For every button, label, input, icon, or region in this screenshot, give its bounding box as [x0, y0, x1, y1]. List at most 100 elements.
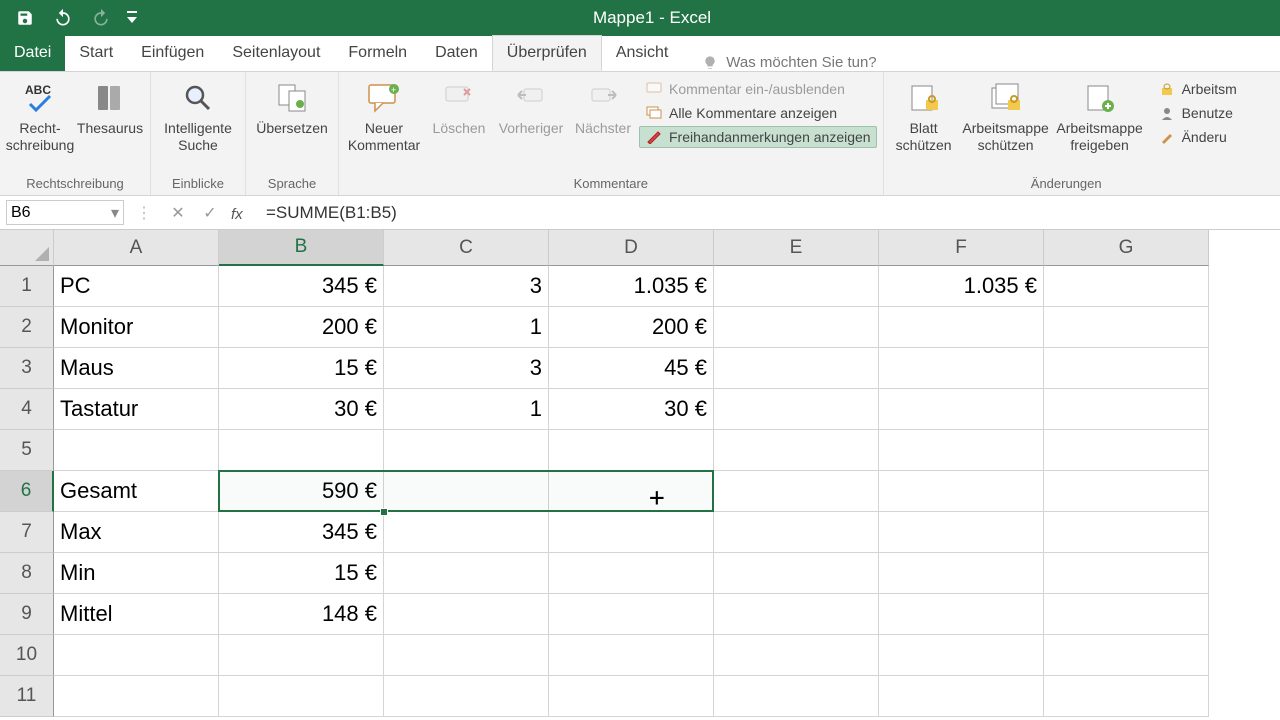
cell-A6[interactable]: Gesamt [54, 471, 219, 512]
col-header-B[interactable]: B [219, 230, 384, 266]
cell-D7[interactable] [549, 512, 714, 553]
cell-F2[interactable] [879, 307, 1044, 348]
toggle-comment-button[interactable]: Kommentar ein-/ausblenden [639, 78, 877, 100]
protect-share-wb-button[interactable]: Arbeitsm [1152, 78, 1243, 100]
spelling-button[interactable]: ABC Recht- schreibung [6, 76, 74, 154]
cell-E5[interactable] [714, 430, 879, 471]
formula-input[interactable] [258, 196, 1280, 229]
cell-G9[interactable] [1044, 594, 1209, 635]
row-header-2[interactable]: 2 [0, 307, 54, 348]
row-header-11[interactable]: 11 [0, 676, 54, 717]
tab-überprüfen[interactable]: Überprüfen [492, 35, 602, 71]
cell-D10[interactable] [549, 635, 714, 676]
cell-F6[interactable] [879, 471, 1044, 512]
cell-F9[interactable] [879, 594, 1044, 635]
cell-B2[interactable]: 200 € [219, 307, 384, 348]
col-header-D[interactable]: D [549, 230, 714, 266]
row-header-9[interactable]: 9 [0, 594, 54, 635]
cell-A8[interactable]: Min [54, 553, 219, 594]
cell-F7[interactable] [879, 512, 1044, 553]
qat-customize-button[interactable] [120, 0, 144, 36]
cell-E11[interactable] [714, 676, 879, 717]
tab-file[interactable]: Datei [0, 35, 65, 71]
cell-G8[interactable] [1044, 553, 1209, 594]
cell-D1[interactable]: 1.035 € [549, 266, 714, 307]
row-header-7[interactable]: 7 [0, 512, 54, 553]
cell-G10[interactable] [1044, 635, 1209, 676]
cell-E6[interactable] [714, 471, 879, 512]
row-header-3[interactable]: 3 [0, 348, 54, 389]
cell-E4[interactable] [714, 389, 879, 430]
cell-F4[interactable] [879, 389, 1044, 430]
name-box-dropdown-icon[interactable]: ▾ [111, 203, 119, 223]
row-header-10[interactable]: 10 [0, 635, 54, 676]
tab-ansicht[interactable]: Ansicht [602, 35, 682, 71]
cell-C9[interactable] [384, 594, 549, 635]
row-header-8[interactable]: 8 [0, 553, 54, 594]
col-header-G[interactable]: G [1044, 230, 1209, 266]
cell-D2[interactable]: 200 € [549, 307, 714, 348]
tab-formeln[interactable]: Formeln [334, 35, 421, 71]
cell-A2[interactable]: Monitor [54, 307, 219, 348]
cell-C4[interactable]: 1 [384, 389, 549, 430]
col-header-F[interactable]: F [879, 230, 1044, 266]
show-ink-button[interactable]: Freihandanmerkungen anzeigen [639, 126, 877, 148]
cell-A11[interactable] [54, 676, 219, 717]
cell-D4[interactable]: 30 € [549, 389, 714, 430]
new-comment-button[interactable]: + Neuer Kommentar [345, 76, 423, 154]
cell-A10[interactable] [54, 635, 219, 676]
col-header-E[interactable]: E [714, 230, 879, 266]
cell-C10[interactable] [384, 635, 549, 676]
tab-daten[interactable]: Daten [421, 35, 492, 71]
tell-me-box[interactable]: Was möchten Sie tun? [682, 54, 876, 71]
cell-C11[interactable] [384, 676, 549, 717]
cell-G1[interactable] [1044, 266, 1209, 307]
undo-button[interactable] [44, 0, 82, 36]
cell-B8[interactable]: 15 € [219, 553, 384, 594]
protect-workbook-button[interactable]: Arbeitsmappe schützen [960, 76, 1052, 154]
cell-E7[interactable] [714, 512, 879, 553]
cell-B10[interactable] [219, 635, 384, 676]
cell-E9[interactable] [714, 594, 879, 635]
cell-D6[interactable] [549, 471, 714, 512]
cell-C8[interactable] [384, 553, 549, 594]
insert-function-button[interactable]: fx [226, 196, 258, 229]
protect-sheet-button[interactable]: Blatt schützen [890, 76, 958, 154]
cell-F10[interactable] [879, 635, 1044, 676]
show-all-comments-button[interactable]: Alle Kommentare anzeigen [639, 102, 877, 124]
row-header-5[interactable]: 5 [0, 430, 54, 471]
cell-C3[interactable]: 3 [384, 348, 549, 389]
cell-G2[interactable] [1044, 307, 1209, 348]
row-header-4[interactable]: 4 [0, 389, 54, 430]
cell-E1[interactable] [714, 266, 879, 307]
redo-button[interactable] [82, 0, 120, 36]
cell-C2[interactable]: 1 [384, 307, 549, 348]
cell-B4[interactable]: 30 € [219, 389, 384, 430]
cell-G11[interactable] [1044, 676, 1209, 717]
cell-G5[interactable] [1044, 430, 1209, 471]
share-workbook-button[interactable]: Arbeitsmappe freigeben [1054, 76, 1146, 154]
cell-F5[interactable] [879, 430, 1044, 471]
cell-C6[interactable] [384, 471, 549, 512]
cell-F8[interactable] [879, 553, 1044, 594]
tab-start[interactable]: Start [65, 35, 127, 71]
enter-formula-button[interactable]: ✓ [194, 196, 226, 229]
cell-D5[interactable] [549, 430, 714, 471]
col-header-A[interactable]: A [54, 230, 219, 266]
name-box[interactable]: B6 ▾ [6, 200, 124, 225]
cell-B1[interactable]: 345 € [219, 266, 384, 307]
cell-G4[interactable] [1044, 389, 1209, 430]
cell-D3[interactable]: 45 € [549, 348, 714, 389]
cell-A1[interactable]: PC [54, 266, 219, 307]
cell-B7[interactable]: 345 € [219, 512, 384, 553]
cell-B6[interactable]: 590 € [219, 471, 384, 512]
tab-seitenlayout[interactable]: Seitenlayout [218, 35, 334, 71]
cancel-formula-button[interactable]: ✕ [162, 196, 194, 229]
cell-D9[interactable] [549, 594, 714, 635]
thesaurus-button[interactable]: Thesaurus [76, 76, 144, 137]
cell-B5[interactable] [219, 430, 384, 471]
cell-B11[interactable] [219, 676, 384, 717]
cell-G3[interactable] [1044, 348, 1209, 389]
row-header-6[interactable]: 6 [0, 471, 54, 512]
cell-E8[interactable] [714, 553, 879, 594]
